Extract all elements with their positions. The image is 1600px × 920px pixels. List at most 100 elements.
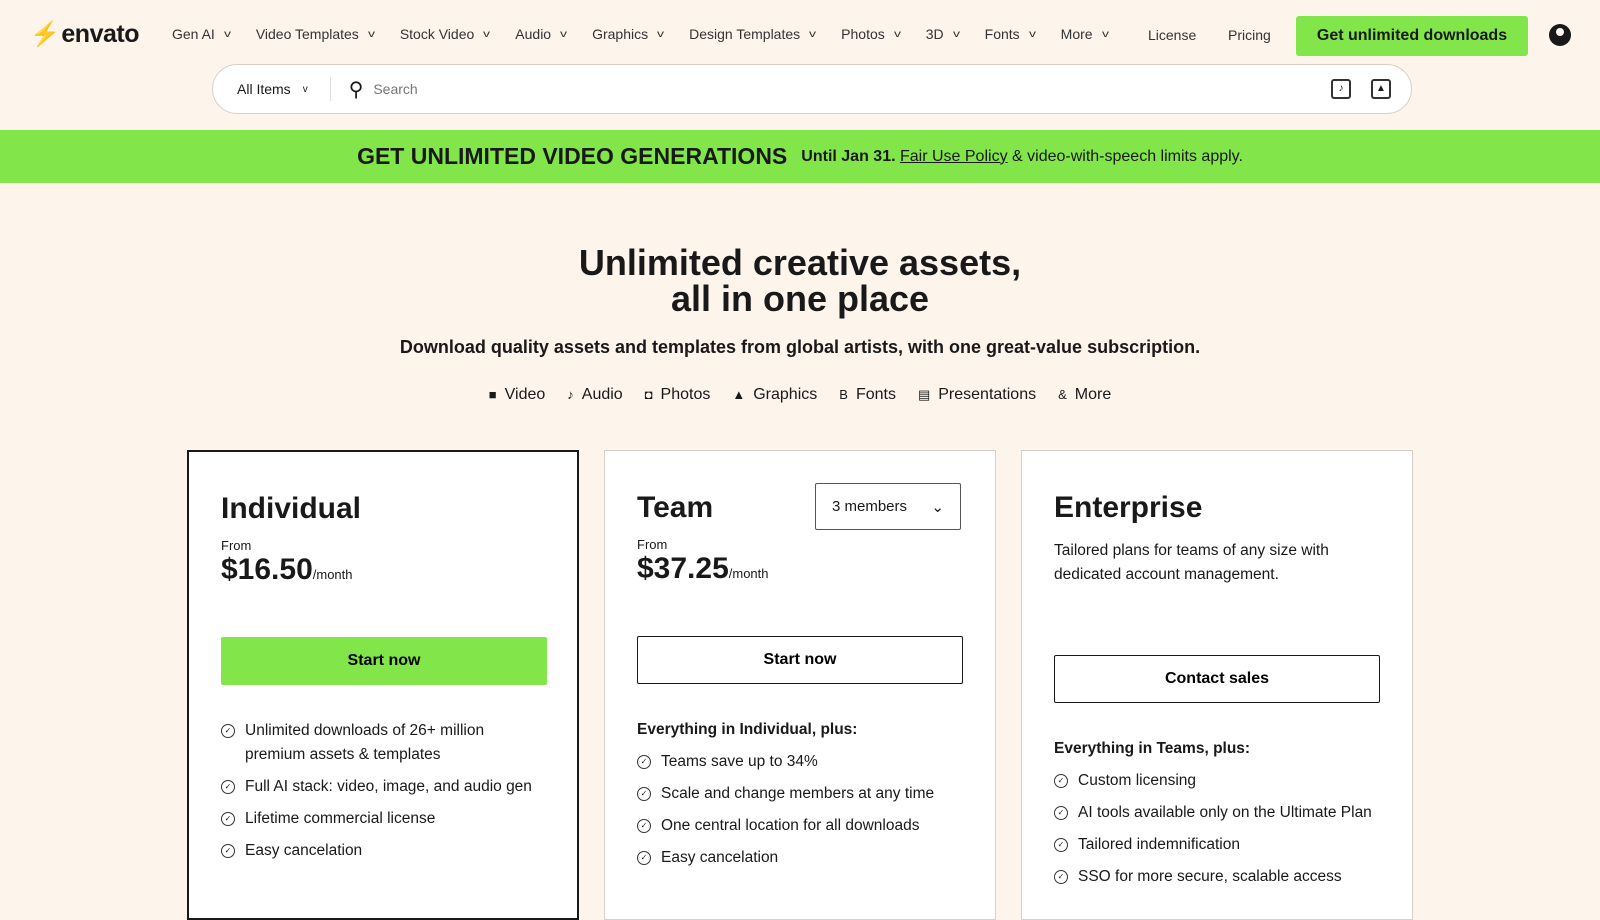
category-presentations[interactable]: ▤Presentations	[918, 386, 1036, 404]
title-line-1: Unlimited creative assets,	[579, 242, 1021, 283]
feature-heading: Everything in Individual, plus:	[637, 718, 963, 742]
category-photos[interactable]: ◘ Photos	[645, 386, 711, 404]
nav-gen-ai[interactable]: Gen AIv	[172, 26, 230, 42]
pricing-cards: Individual From $16.50/month Start now ✓…	[187, 450, 1413, 920]
feature-item: ✓SSO for more secure, scalable access	[1054, 865, 1380, 889]
pricing-link[interactable]: Pricing	[1228, 27, 1271, 43]
feature-item: ✓ Easy cancelation	[221, 839, 545, 863]
envato-logo[interactable]: ⚡envato	[30, 20, 139, 49]
start-now-button[interactable]: Start now	[637, 636, 963, 684]
category-fonts[interactable]: BFonts	[839, 386, 896, 404]
video-icon: ■	[489, 387, 497, 402]
plan-card-individual[interactable]: Individual From $16.50/month Start now ✓…	[187, 450, 579, 920]
feature-text: SSO for more secure, scalable access	[1078, 865, 1342, 889]
start-now-button[interactable]: Start now	[221, 637, 547, 685]
plan-card-team[interactable]: Team 3 members⌄ From $37.25/month Start …	[604, 450, 996, 920]
chevron-down-icon: v	[809, 29, 816, 40]
nav-fonts[interactable]: Fontsv	[985, 26, 1035, 42]
check-icon: ✓	[637, 819, 651, 833]
feature-text: Easy cancelation	[245, 839, 362, 863]
bolt-icon: ⚡	[30, 20, 59, 49]
image-search-icon[interactable]: ▲	[1371, 79, 1391, 99]
fair-use-policy-link[interactable]: Fair Use Policy	[900, 148, 1008, 165]
search-input[interactable]	[373, 81, 1331, 97]
category-label: Presentations	[938, 386, 1036, 403]
banner-until: Until Jan 31.	[801, 148, 895, 165]
nav-more[interactable]: Morev	[1061, 26, 1108, 42]
category-links: ■Video ♪Audio ◘ Photos ▲Graphics BFonts ▤…	[0, 386, 1600, 404]
chevron-down-icon: v	[368, 29, 375, 40]
members-select[interactable]: 3 members⌄	[815, 483, 961, 530]
search-bar: All Itemsv ⚲ ♪ ▲	[212, 64, 1412, 114]
check-icon: ✓	[637, 787, 651, 801]
plan-name: Enterprise	[1054, 491, 1380, 525]
feature-text: One central location for all downloads	[661, 814, 919, 838]
feature-text: Unlimited downloads of 26+ million premi…	[245, 719, 545, 767]
nav-design-templates[interactable]: Design Templatesv	[689, 26, 815, 42]
nav-3d[interactable]: 3Dv	[926, 26, 959, 42]
nav-label: Graphics	[592, 26, 648, 42]
nav-audio[interactable]: Audiov	[515, 26, 566, 42]
chevron-down-icon: v	[953, 29, 960, 40]
header: ⚡envato Gen AIv Video Templates v Stock V…	[0, 0, 1600, 130]
ampersand-icon: &	[1058, 387, 1067, 402]
chevron-down-icon: v	[894, 29, 901, 40]
chevron-down-icon: v	[560, 29, 567, 40]
category-select[interactable]: All Itemsv	[213, 77, 331, 101]
nav-stock-video[interactable]: Stock Video v	[400, 26, 489, 42]
font-icon: B	[839, 387, 848, 402]
logo-text: envato	[61, 20, 139, 49]
feature-text: Lifetime commercial license	[245, 807, 435, 831]
category-audio[interactable]: ♪Audio	[567, 386, 622, 404]
members-value: 3 members	[832, 498, 907, 515]
check-icon: ✓	[637, 851, 651, 865]
price-from: From	[221, 538, 545, 553]
feature-item: ✓ Full AI stack: video, image, and audio …	[221, 775, 545, 799]
feature-item: ✓ Tailored indemnification	[1054, 833, 1380, 857]
nav-graphics[interactable]: Graphicsv	[592, 26, 663, 42]
feature-text: Scale and change members at any time	[661, 782, 934, 806]
chevron-down-icon: v	[483, 29, 490, 40]
category-graphics[interactable]: ▲Graphics	[732, 386, 817, 404]
feature-text: Full AI stack: video, image, and audio g…	[245, 775, 532, 799]
feature-item: ✓Unlimited downloads of 26+ million prem…	[221, 719, 545, 767]
nav-label: More	[1061, 26, 1093, 42]
search-icon: ⚲	[349, 77, 364, 102]
category-label: Audio	[582, 386, 623, 403]
feature-item: ✓ Custom licensing	[1054, 769, 1380, 793]
price-value: $37.25	[637, 552, 729, 585]
feature-heading: Everything in Teams, plus:	[1054, 737, 1380, 761]
nav-label: Audio	[515, 26, 551, 42]
nav-label: Photos	[841, 26, 885, 42]
check-icon: ✓	[1054, 838, 1068, 852]
nav-photos[interactable]: Photosv	[841, 26, 900, 42]
nav-label: Video Templates	[256, 26, 359, 42]
check-icon: ✓	[1054, 774, 1068, 788]
feature-text: Custom licensing	[1078, 769, 1196, 793]
feature-item: ✓Easy cancelation	[637, 846, 963, 870]
nav-label: Stock Video	[400, 26, 474, 42]
user-account-icon[interactable]	[1549, 24, 1571, 46]
category-more[interactable]: &More	[1058, 386, 1111, 404]
license-link[interactable]: License	[1148, 27, 1196, 43]
get-unlimited-downloads-button[interactable]: Get unlimited downloads	[1296, 16, 1528, 56]
plan-card-enterprise[interactable]: Enterprise Tailored plans for teams of a…	[1021, 450, 1413, 920]
nav-video-templates[interactable]: Video Templates v	[256, 26, 374, 42]
chevron-down-icon: v	[224, 29, 231, 40]
audio-search-icon[interactable]: ♪	[1331, 79, 1351, 99]
category-video[interactable]: ■Video	[489, 386, 546, 404]
check-icon: ✓	[221, 844, 235, 858]
camera-icon: ◘	[645, 387, 653, 402]
feature-text: Tailored indemnification	[1078, 833, 1240, 857]
plan-price: $37.25/month	[637, 552, 963, 586]
feature-list: Everything in Individual, plus: ✓Teams s…	[637, 718, 963, 870]
check-icon: ✓	[221, 780, 235, 794]
feature-item: ✓ One central location for all downloads	[637, 814, 963, 838]
category-label: Graphics	[753, 386, 817, 403]
banner-rest: & video-with-speech limits apply.	[1012, 148, 1243, 165]
plan-name: Individual	[221, 492, 545, 526]
category-label: Photos	[661, 386, 711, 403]
title-line-2: all in one place	[671, 278, 929, 319]
price-value: $16.50	[221, 553, 313, 586]
contact-sales-button[interactable]: Contact sales	[1054, 655, 1380, 703]
